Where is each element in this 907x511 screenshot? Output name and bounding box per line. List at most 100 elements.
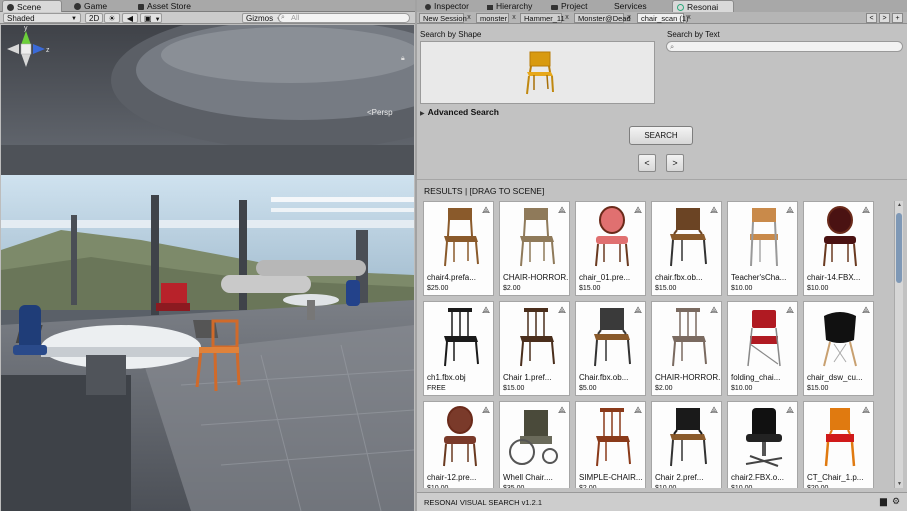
unity-logo-icon: ⟁ [481,305,490,315]
right-tab-strip: Inspector Hierarchy Project Services Res… [417,0,907,12]
session-tab-monster[interactable]: monster [476,13,509,23]
unity-logo-icon: ⟁ [861,405,870,415]
query-chair-thumbnail [526,51,554,95]
result-card[interactable]: ⟁ chair2.FBX.o... $10.00 [727,401,798,488]
shading-mode-dropdown[interactable]: Shaded ▼ [3,13,81,23]
result-card[interactable]: ⟁ CT_Chair_1.p... $20.00 [803,401,874,488]
result-card[interactable]: ⟁ chair4.prefa... $25.00 [423,201,494,296]
result-price: $10.00 [731,385,753,392]
chair-thumbnail [520,308,555,367]
tab-inspector[interactable]: Inspector [421,0,473,12]
result-card[interactable]: ⟁ Chair 2.pref... $10.00 [651,401,722,488]
chair-thumbnail [670,208,707,267]
audio-toggle[interactable]: ◀ [122,13,138,23]
result-price: $10.00 [731,485,752,488]
chevron-down-icon: ▼ [71,16,77,22]
tab-game[interactable]: Game [70,0,111,12]
effects-dropdown[interactable]: ▣ ▼ [140,13,162,23]
result-price: $10.00 [655,485,676,488]
close-tab-icon[interactable]: x [624,13,634,23]
result-name: chair2.FBX.o... [731,473,784,482]
resonai-panel: Inspector Hierarchy Project Services Res… [417,0,907,511]
result-card[interactable]: ⟁ chair.fbx.ob... $15.00 [651,201,722,296]
result-card[interactable]: ⟁ Chair 1.pref... $15.00 [499,301,570,396]
session-tab-hammer[interactable]: Hammer_11 [520,13,565,23]
scroll-thumb[interactable] [896,213,902,283]
result-card[interactable]: ⟁ chair_dsw_cu... $15.00 [803,301,874,396]
tab-scroll-left-button[interactable]: < [866,13,877,23]
shape-drop-zone[interactable] [420,41,655,104]
scroll-down-icon[interactable]: ▼ [895,480,904,488]
projection-label[interactable]: <Persp [367,108,393,117]
tab-scene[interactable]: Scene [2,0,62,12]
toggle-2d-button[interactable]: 2D [85,13,104,23]
scene-icon [7,4,14,11]
result-name: chair_dsw_cu... [807,373,863,382]
result-name: CHAIR-HORROR. [503,273,569,282]
result-card[interactable]: ⟁ CHAIR-HORROR. $2.00 [651,301,722,396]
add-session-button[interactable]: + [892,13,903,23]
chair-thumbnail [670,408,707,467]
result-card[interactable]: ⟁ Teacher'sCha... $10.00 [727,201,798,296]
result-card[interactable]: ⟁ folding_chai... $10.00 [727,301,798,396]
tab-project[interactable]: Project [547,0,591,12]
advanced-search-toggle[interactable]: ▶ Advanced Search [420,107,499,117]
tab-hierarchy[interactable]: Hierarchy [483,0,536,12]
close-tab-icon[interactable]: x [562,13,572,23]
result-price: $35.00 [503,485,524,488]
close-tab-icon[interactable]: x [509,13,519,23]
tab-asset-store[interactable]: Asset Store [134,0,195,12]
search-by-text-label: Search by Text [667,30,720,39]
search-button[interactable]: SEARCH [629,126,693,145]
session-tab-monster-dead[interactable]: Monster@Dead [574,13,631,23]
sun-icon: ☀ [108,14,116,23]
close-tab-icon[interactable]: x [684,13,694,23]
result-price: $20.00 [807,485,828,488]
tab-services[interactable]: Services [610,0,651,12]
scene-panel: Scene Game Asset Store Shaded ▼ 2D ☀ ◀ ▣ ▼… [0,0,415,511]
chair-thumbnail [444,208,479,267]
unity-logo-icon: ⟁ [709,405,718,415]
gear-icon[interactable]: ⚙ [892,496,900,507]
result-price: $10.00 [807,285,829,292]
result-card[interactable]: ⟁ Whell Chair.... $35.00 [499,401,570,488]
tab-resonai[interactable]: Resonai [672,0,734,12]
speaker-icon: ◀ [126,14,134,23]
result-card[interactable]: ⟁ chair-12.pre... $10.00 [423,401,494,488]
session-tab-new-session[interactable]: New Session [419,13,467,23]
section-divider [417,179,907,180]
prev-page-button[interactable]: < [638,154,656,172]
results-scrollbar[interactable]: ▲ ▼ [894,201,903,488]
lighting-toggle[interactable]: ☀ [104,13,120,23]
tab-scroll-right-button[interactable]: > [879,13,890,23]
unity-logo-icon: ⟁ [557,205,566,215]
close-tab-icon[interactable]: x [464,13,474,23]
scroll-up-icon[interactable]: ▲ [895,201,904,209]
result-name: chair_01.pre... [579,273,631,282]
scene-search-input[interactable]: ⌕ All [278,13,410,23]
result-name: ch1.fbx.obj [427,373,466,382]
text-search-input[interactable]: ⌕ [666,41,903,52]
unity-logo-icon: ⟁ [861,205,870,215]
result-card[interactable]: ⟁ Chair.fbx.ob... $5.00 [575,301,646,396]
left-tab-strip: Scene Game Asset Store [0,0,415,12]
session-tab-chair-scan[interactable]: chair_scan (1) [637,13,689,23]
result-name: Chair.fbx.ob... [579,373,629,382]
result-price: $25.00 [427,285,449,292]
scene-viewport[interactable]: 🔒︎ y z <Persp [1,25,414,511]
result-card[interactable]: ⟁ chair-14.FBX... $10.00 [803,201,874,296]
orientation-gizmo[interactable]: y z [1,25,51,89]
result-card[interactable]: ⟁ chair_01.pre... $15.00 [575,201,646,296]
result-price: $15.00 [807,385,829,392]
result-card[interactable]: ⟁ SIMPLE-CHAIR... $2.00 [575,401,646,488]
next-page-button[interactable]: > [666,154,684,172]
results-grid: ⟁ chair4.prefa... $25.00 ⟁ CHAIR-HORROR. $2.… [423,201,893,488]
chat-icon[interactable]: ▆ [880,496,887,507]
result-card[interactable]: ⟁ ch1.fbx.obj FREE [423,301,494,396]
chair-thumbnail [750,208,778,267]
chair-thumbnail [824,408,856,467]
result-card[interactable]: ⟁ CHAIR-HORROR. $2.00 [499,201,570,296]
result-price: $15.00 [655,285,677,292]
lock-icon[interactable]: 🔒︎ [401,55,405,63]
scene-render [1,25,414,511]
